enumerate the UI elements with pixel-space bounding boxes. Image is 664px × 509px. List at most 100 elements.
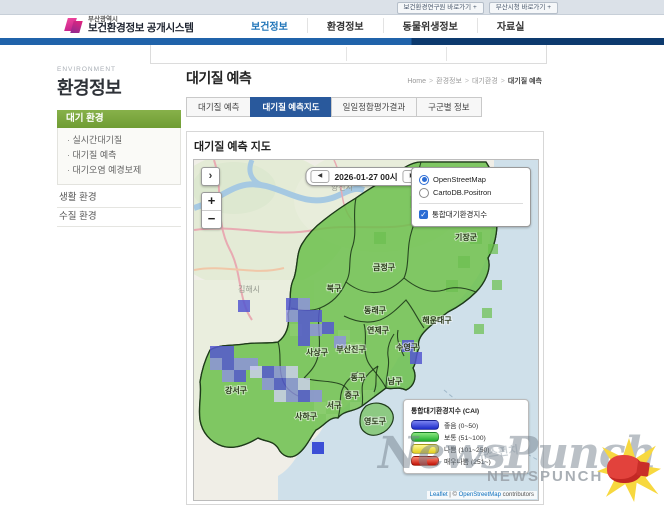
sidebar-subitem[interactable]: 대기질 예측 — [67, 148, 180, 163]
nav-item-동물위생정보[interactable]: 동물위생정보 — [383, 18, 477, 33]
map-legend: 통합대기환경지수 (CAI) 좋음 (0~50) 보통 (51~100) 나쁨 (1… — [403, 399, 529, 474]
site-logo[interactable]: 부산광역시 보건환경정보 공개시스템 — [64, 16, 194, 35]
district-label-해운대구: 해운대구 — [422, 315, 452, 325]
map-zoom-control: + − — [201, 192, 222, 229]
logo-text: 부산광역시 보건환경정보 공개시스템 — [88, 16, 194, 35]
sidebar-eyebrow: ENVIRONMENT — [57, 66, 181, 73]
radio-icon — [419, 175, 429, 185]
district-label-중구: 중구 — [345, 391, 360, 400]
legend-title: 통합대기환경지수 (CAI) — [411, 405, 521, 415]
title-row: 대기질 예측 Home>환경정보>대기환경>대기질 예측 — [186, 64, 544, 94]
base-layer-option[interactable]: CartoDB.Positron — [419, 186, 523, 199]
district-label-동래구: 동래구 — [364, 305, 387, 315]
header-accent-bar — [0, 38, 664, 45]
prev-hour-button[interactable]: ◀ — [310, 170, 329, 183]
district-label-영도구: 영도구 — [364, 416, 387, 426]
submenu-panel — [150, 45, 547, 64]
legend-color-bar — [411, 444, 439, 454]
district-label-사하구: 사하구 — [295, 411, 318, 421]
legend-item: 나쁨 (101~250) — [411, 443, 521, 455]
forecast-datetime: 2026-01-27 00시 — [334, 171, 397, 183]
district-label-금정구: 금정구 — [373, 262, 396, 272]
main-nav: 보건정보환경정보동물위생정보자료실 — [232, 18, 543, 33]
top-utility-bar: 보건환경연구원 바로가기 + 부산시청 바로가기 + — [0, 0, 664, 15]
sidebar: ENVIRONMENT 환경정보 대기 환경 실시간대기질대기질 예측대기오염 … — [57, 66, 181, 227]
breadcrumb-separator: > — [429, 78, 433, 85]
checkbox-icon: ✓ — [419, 210, 428, 219]
district-label-기장군: 기장군 — [455, 232, 478, 242]
layer-control: OpenStreetMap CartoDB.Positron ✓ 통합대기환경지수 — [411, 167, 531, 227]
district-label-수영구: 수영구 — [396, 342, 419, 352]
submenu-divider — [346, 47, 347, 61]
tab-대기질 예측[interactable]: 대기질 예측 — [186, 97, 251, 117]
map-expand-button[interactable]: › — [201, 167, 220, 186]
map[interactable]: 김해시양산시 기장군금정구북구동래구해운대구연제구수영구부산진구사상구강서구사하… — [193, 159, 539, 501]
quick-link-button[interactable]: 보건환경연구원 바로가기 + — [397, 2, 484, 14]
sidebar-menus: 생활 환경수질 환경 — [57, 189, 181, 227]
layer-label: OpenStreetMap — [433, 175, 486, 184]
submenu-divider — [446, 47, 447, 61]
district-label-연제구: 연제구 — [367, 325, 390, 335]
overlay-layer-option[interactable]: ✓ 통합대기환경지수 — [419, 208, 523, 221]
district-label-북구: 북구 — [327, 283, 342, 293]
base-layer-option[interactable]: OpenStreetMap — [419, 173, 523, 186]
legend-label: 나쁨 (101~250) — [444, 444, 490, 454]
legend-color-bar — [411, 456, 439, 466]
forecast-time-control: ◀ 2026-01-27 00시 ▶ — [305, 167, 426, 186]
boxing-glove-icon — [597, 438, 661, 502]
breadcrumb-separator: > — [465, 78, 469, 85]
legend-label: 매우나쁨 (251~) — [444, 456, 491, 466]
busan-logo-icon — [64, 16, 83, 34]
breadcrumb: Home>환경정보>대기환경>대기질 예측 — [407, 76, 542, 86]
legend-label: 보통 (51~100) — [444, 432, 486, 442]
nav-item-보건정보[interactable]: 보건정보 — [232, 18, 307, 33]
nav-item-자료실[interactable]: 자료실 — [477, 18, 544, 33]
tab-일일정합평가결과[interactable]: 일일정합평가결과 — [331, 97, 418, 117]
legend-color-bar — [411, 420, 439, 430]
page-title: 대기질 예측 — [186, 68, 251, 88]
legend-item: 매우나쁨 (251~) — [411, 455, 521, 467]
city-label-김해시: 김해시 — [238, 284, 260, 294]
site-header: 부산광역시 보건환경정보 공개시스템 보건정보환경정보동물위생정보자료실 — [0, 15, 664, 38]
breadcrumb-item[interactable]: Home — [407, 78, 426, 85]
zoom-out-button[interactable]: − — [202, 211, 221, 228]
district-label-서구: 서구 — [327, 400, 342, 410]
district-label-남구: 남구 — [388, 376, 403, 386]
breadcrumb-separator: > — [501, 78, 505, 85]
radio-icon — [419, 188, 429, 198]
tab-구군별 정보[interactable]: 구군별 정보 — [416, 97, 481, 117]
breadcrumb-item: 대기질 예측 — [508, 78, 542, 85]
layer-divider — [419, 203, 523, 204]
osm-link[interactable]: OpenStreetMap — [459, 492, 501, 498]
tab-대기질 예측지도[interactable]: 대기질 예측지도 — [250, 97, 331, 117]
district-label-부산진구: 부산진구 — [336, 344, 366, 354]
main-content: 대기질 예측 Home>환경정보>대기환경>대기질 예측 대기질 예측대기질 예… — [186, 64, 544, 117]
tab-bar: 대기질 예측대기질 예측지도일일정합평가결과구군별 정보 — [186, 97, 544, 117]
logo-line2: 보건환경정보 공개시스템 — [88, 23, 194, 35]
sidebar-submenu: 실시간대기질대기질 예측대기오염 예경보제 — [57, 128, 181, 185]
layer-label: CartoDB.Positron — [433, 188, 491, 197]
sidebar-item-air-environment[interactable]: 대기 환경 — [57, 110, 181, 128]
sidebar-item[interactable]: 생활 환경 — [57, 189, 181, 208]
sidebar-subitem[interactable]: 실시간대기질 — [67, 133, 180, 148]
sidebar-subitem[interactable]: 대기오염 예경보제 — [67, 163, 180, 178]
nav-item-환경정보[interactable]: 환경정보 — [307, 18, 383, 33]
sidebar-title: 환경정보 — [57, 74, 181, 100]
breadcrumb-item[interactable]: 환경정보 — [436, 78, 462, 85]
legend-color-bar — [411, 432, 439, 442]
forecast-map-panel: 대기질 예측 지도 — [186, 131, 544, 505]
zoom-in-button[interactable]: + — [202, 193, 221, 211]
quick-links: 보건환경연구원 바로가기 + 부산시청 바로가기 + — [397, 2, 558, 14]
legend-label: 좋음 (0~50) — [444, 420, 478, 430]
legend-item: 보통 (51~100) — [411, 431, 521, 443]
map-attribution: Leaflet | © OpenStreetMap contributors — [427, 491, 537, 499]
district-label-동구: 동구 — [351, 373, 366, 382]
layer-label: 통합대기환경지수 — [432, 209, 487, 220]
page: 보건환경연구원 바로가기 + 부산시청 바로가기 + 부산광역시 보건환경정보 공… — [0, 0, 664, 509]
leaflet-link[interactable]: Leaflet — [430, 492, 448, 498]
district-label-사상구: 사상구 — [306, 347, 329, 357]
sidebar-item[interactable]: 수질 환경 — [57, 208, 181, 227]
breadcrumb-item[interactable]: 대기환경 — [472, 78, 498, 85]
district-label-강서구: 강서구 — [225, 385, 248, 395]
quick-link-button[interactable]: 부산시청 바로가기 + — [489, 2, 558, 14]
